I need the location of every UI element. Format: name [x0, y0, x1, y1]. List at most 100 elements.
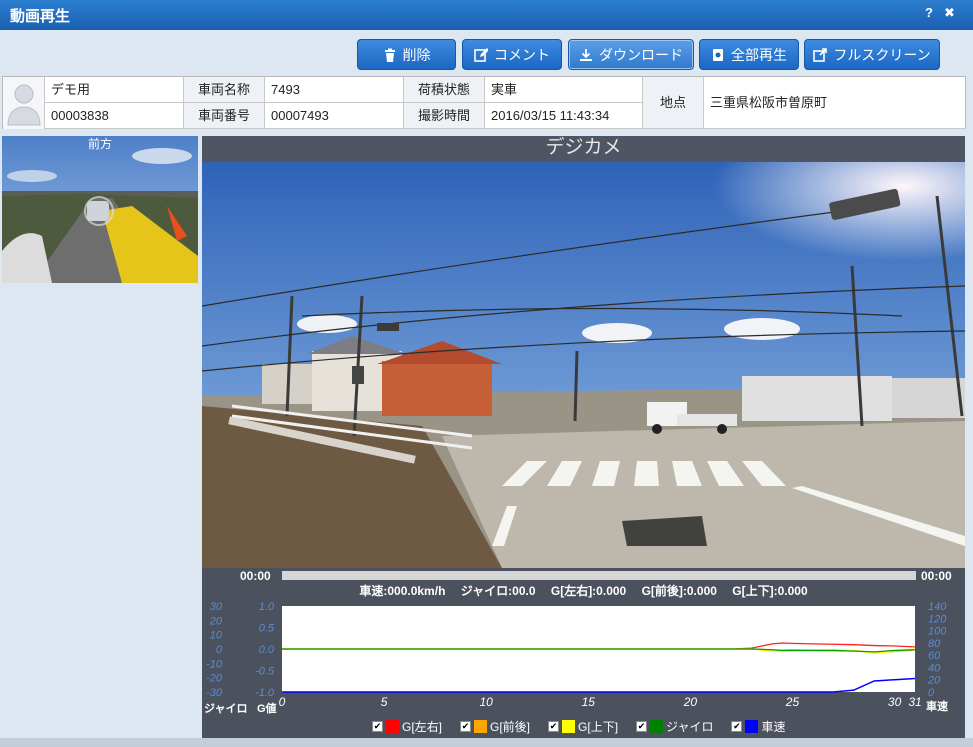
- speed-tick-label: 80: [928, 638, 941, 650]
- legend-label: G[左右]: [402, 719, 443, 734]
- fullscreen-label: フルスクリーン: [833, 46, 931, 63]
- x-tick-label: 10: [480, 695, 494, 709]
- speed-tick-label: 60: [928, 650, 941, 662]
- gyro-tick-label: 0: [216, 644, 223, 656]
- legend-label: G[前後]: [490, 719, 531, 734]
- g-tick-label: 0.0: [259, 644, 275, 656]
- stats-readout: 車速:000.0km/h ジャイロ:00.0 G[左右]:0.000 G[前後]…: [202, 582, 965, 599]
- legend-swatch: [745, 719, 759, 733]
- delete-button[interactable]: 削除: [357, 39, 456, 70]
- legend-item[interactable]: ✔ G[前後]: [460, 718, 530, 734]
- camera-frame-image: [202, 162, 965, 568]
- shot-time-value: 2016/03/15 11:43:34: [485, 103, 643, 129]
- gyro-tick-label: 10: [210, 630, 223, 642]
- x-tick-label: 20: [683, 695, 698, 709]
- chart-legend: ✔ G[左右] ✔ G[前後] ✔ G[上下] ✔ ジャイロ ✔ 車速: [372, 718, 785, 734]
- legend-label: G[上下]: [578, 719, 619, 734]
- g-axis-label: G値: [257, 701, 277, 715]
- g-tick-label: -1.0: [255, 687, 275, 699]
- legend-item[interactable]: ✔ G[上下]: [548, 718, 618, 734]
- left-column: [0, 283, 202, 738]
- gyro-tick-label: -30: [206, 687, 223, 699]
- gyro-axis-label: ジャイロ: [204, 702, 247, 715]
- legend-label: ジャイロ: [666, 719, 714, 734]
- legend-checkbox[interactable]: ✔: [636, 720, 648, 732]
- legend-item[interactable]: ✔ 車速: [731, 718, 785, 734]
- legend-swatch: [562, 719, 576, 733]
- speed-tick-label: 40: [928, 662, 941, 674]
- speed-readout: 車速:000.0km/h: [359, 584, 446, 598]
- speed-tick-label: 120: [928, 613, 947, 625]
- vehicle-number-value: 00007493: [265, 103, 404, 129]
- shot-time-label: 撮影時間: [404, 103, 485, 129]
- load-status-label: 荷積状態: [404, 77, 485, 103]
- help-icon[interactable]: ?: [925, 5, 933, 20]
- comment-button[interactable]: コメント: [462, 39, 562, 70]
- download-icon: [580, 48, 592, 61]
- comment-label: コメント: [494, 46, 550, 63]
- g-ud-readout: G[上下]:0.000: [732, 584, 808, 598]
- x-tick-label: 0: [279, 695, 286, 709]
- external-icon: [813, 47, 828, 62]
- load-status-value: 実車: [485, 77, 643, 103]
- speed-tick-label: 0: [928, 687, 935, 699]
- gyro-tick-label: -20: [206, 673, 223, 685]
- x-tick-label: 5: [381, 695, 388, 709]
- vehicle-name-value: 7493: [265, 77, 404, 103]
- gyro-tick-label: 20: [209, 615, 223, 627]
- play-all-button[interactable]: 全部再生: [699, 39, 799, 70]
- vehicle-number-label: 車両番号: [184, 103, 265, 129]
- legend-item[interactable]: ✔ ジャイロ: [636, 718, 713, 734]
- gyro-tick-label: -10: [206, 658, 223, 670]
- gyro-readout: ジャイロ:00.0: [460, 584, 536, 598]
- x-tick-label: 15: [582, 695, 596, 709]
- video-player[interactable]: デジカメ: [202, 136, 965, 568]
- download-label: ダウンロード: [599, 46, 683, 63]
- video-title: デジカメ: [202, 136, 965, 162]
- legend-checkbox[interactable]: ✔: [548, 720, 560, 732]
- legend-checkbox[interactable]: ✔: [460, 720, 472, 732]
- x-tick-label: 25: [785, 695, 800, 709]
- seek-bar[interactable]: [282, 571, 916, 580]
- telemetry-chart: 0 5 10 15 20 25 30 31 30 20 10 0 -10 -20 -30 1.0 0.5 0.0 -…: [204, 602, 948, 715]
- thumbnail-label: 前方: [87, 137, 112, 151]
- legend-checkbox[interactable]: ✔: [372, 720, 383, 732]
- telemetry-panel: 00:00 00:00 車速:000.0km/h ジャイロ:00.0 G[左右]…: [202, 568, 965, 738]
- speed-axis-label: 車速: [926, 699, 948, 713]
- close-icon[interactable]: ✖: [944, 5, 955, 21]
- x-tick-label: 31: [908, 695, 921, 709]
- user-id: 00003838: [45, 103, 184, 129]
- legend-swatch: [650, 719, 664, 733]
- delete-label: 削除: [402, 46, 431, 63]
- window-title: 動画再生: [10, 8, 71, 25]
- location-value: 三重県松阪市曽原町: [704, 77, 966, 129]
- fullscreen-button[interactable]: フルスクリーン: [804, 39, 940, 70]
- legend-swatch: [386, 719, 399, 733]
- speed-tick-label: 140: [928, 602, 947, 613]
- location-label: 地点: [643, 77, 704, 129]
- speed-tick-label: 20: [927, 675, 941, 687]
- g-fb-readout: G[前後]:0.000: [641, 584, 717, 598]
- g-lr-readout: G[左右]:0.000: [550, 584, 627, 598]
- legend-swatch: [474, 719, 488, 733]
- front-camera-image: [2, 136, 198, 283]
- film-icon: [713, 48, 723, 61]
- total-time: 00:00: [921, 569, 952, 583]
- g-tick-label: 0.5: [259, 623, 275, 635]
- front-camera-thumbnail[interactable]: 前方: [2, 136, 198, 283]
- download-button[interactable]: ダウンロード: [568, 39, 694, 70]
- current-time: 00:00: [240, 569, 271, 583]
- x-tick-label: 30: [888, 695, 902, 709]
- legend-item[interactable]: ✔ G[左右]: [372, 718, 442, 734]
- user-icon: [7, 84, 41, 126]
- g-tick-label: 1.0: [259, 602, 275, 613]
- g-tick-label: -0.5: [255, 666, 275, 678]
- gyro-tick-label: 30: [210, 602, 223, 613]
- info-table: デモ用 00003838 車両名称 車両番号 7493 00007493 荷積状…: [2, 76, 966, 129]
- footer-strip: [0, 738, 973, 747]
- trash-icon: [384, 48, 395, 62]
- legend-checkbox[interactable]: ✔: [731, 720, 743, 732]
- avatar: [3, 77, 45, 129]
- play-all-label: 全部再生: [731, 46, 787, 63]
- edit-icon: [474, 47, 488, 62]
